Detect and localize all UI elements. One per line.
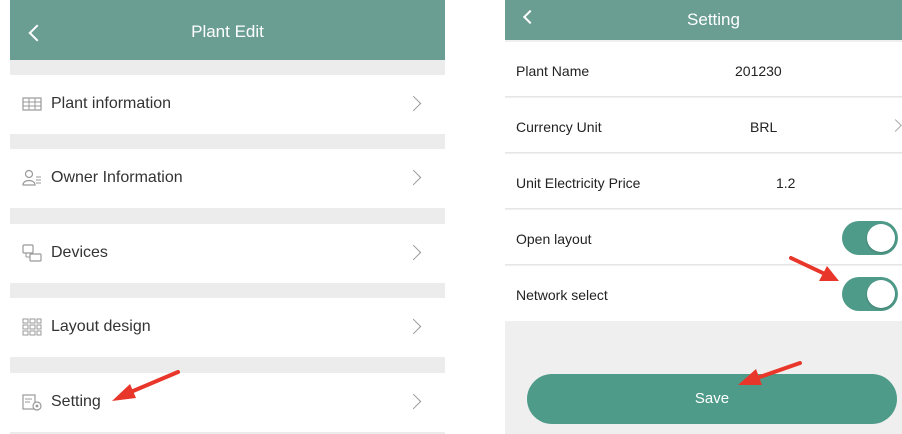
menu-item-label: Owner Information (51, 169, 183, 186)
network-select-label: Network select (516, 287, 608, 303)
arrow-annotation-setting (112, 370, 180, 401)
menu-item-label: Layout design (51, 318, 151, 335)
plant-info-icon (22, 97, 42, 111)
menu-item-label: Devices (51, 244, 108, 261)
setting-icon (22, 394, 42, 411)
arrow-annotation-save (738, 361, 802, 385)
toggle-knob (867, 224, 895, 252)
plant-edit-header: Plant Edit (10, 0, 445, 60)
toggle-knob (867, 280, 895, 308)
currency-unit-row[interactable]: Currency Unit BRL (505, 98, 902, 153)
plant-name-row[interactable]: Plant Name 201230 (505, 42, 902, 97)
chevron-right-icon (405, 244, 422, 261)
menu-item-layout-design[interactable]: Layout design (10, 298, 445, 357)
currency-unit-label: Currency Unit (516, 119, 602, 135)
currency-unit-value[interactable]: BRL (750, 119, 777, 135)
unit-electricity-price-row[interactable]: Unit Electricity Price 1.2 (505, 154, 902, 209)
menu-item-label: Setting (51, 393, 101, 410)
chevron-right-icon (405, 318, 422, 335)
menu-item-setting[interactable]: Setting (10, 373, 445, 432)
plant-name-value[interactable]: 201230 (735, 63, 782, 79)
menu-item-owner-information[interactable]: Owner Information (10, 149, 445, 208)
menu-item-label: Plant information (51, 95, 172, 112)
setting-screen: Setting Plant Name 201230 Currency Unit … (505, 0, 902, 434)
layout-grid-icon (22, 318, 42, 336)
chevron-right-icon (405, 95, 422, 112)
network-select-toggle[interactable] (842, 277, 898, 311)
plant-name-label: Plant Name (516, 63, 590, 79)
page-title: Plant Edit (191, 22, 264, 41)
chevron-right-icon (405, 169, 422, 186)
open-layout-label: Open layout (516, 231, 592, 247)
menu-item-plant-information[interactable]: Plant information (10, 75, 445, 134)
chevron-right-icon (405, 393, 422, 410)
open-layout-toggle[interactable] (842, 221, 898, 255)
arrow-annotation-network (789, 256, 839, 281)
setting-header: Setting (505, 0, 902, 40)
devices-icon (22, 244, 42, 262)
plant-edit-screen: Plant Edit Plant information Owner Infor… (10, 0, 445, 434)
menu-item-devices[interactable]: Devices (10, 224, 445, 283)
page-title: Setting (687, 10, 740, 29)
save-button[interactable]: Save (527, 374, 897, 424)
chevron-right-icon (889, 119, 902, 132)
unit-electricity-price-value[interactable]: 1.2 (776, 175, 795, 191)
owner-icon (22, 169, 41, 186)
unit-electricity-price-label: Unit Electricity Price (516, 175, 641, 191)
